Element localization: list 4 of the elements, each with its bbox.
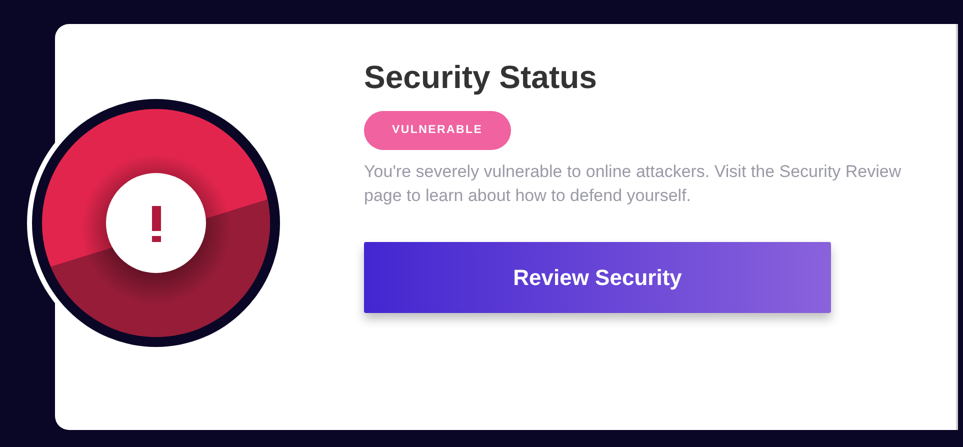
status-label: VULNERABLE (364, 111, 511, 150)
card-title: Security Status (364, 58, 597, 97)
description-text: You're severely vulnerable to online attackers. Visit the Security Review page to learn about how to defend yourself. (364, 161, 902, 207)
review-security-button[interactable]: Review Security (364, 242, 831, 313)
